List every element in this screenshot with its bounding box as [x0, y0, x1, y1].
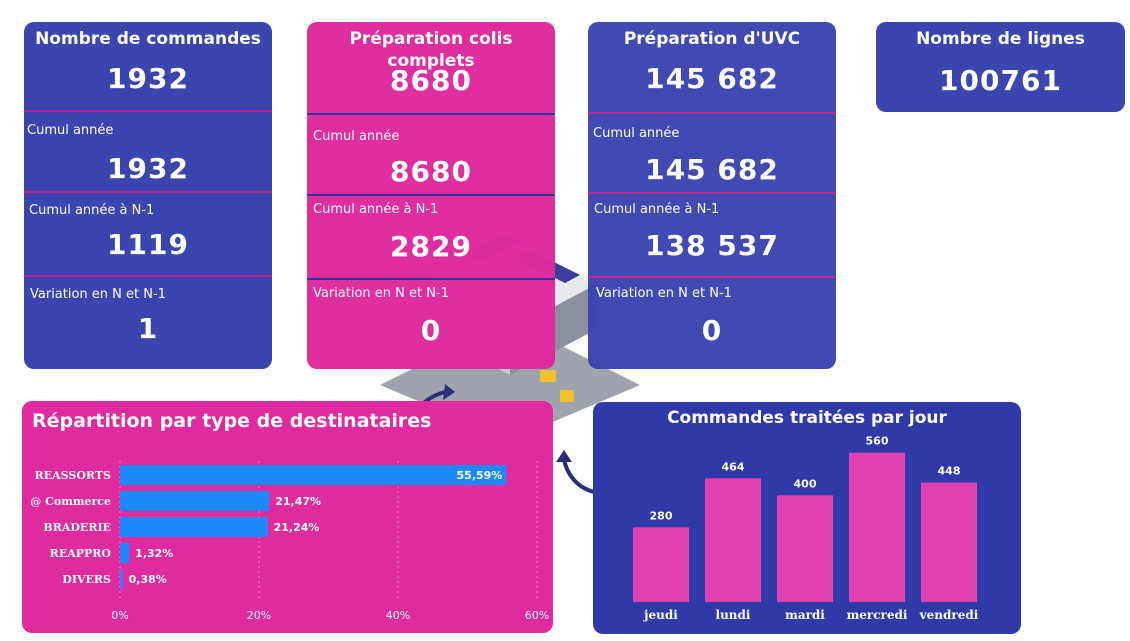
- cumul-value: 145 682: [645, 153, 779, 186]
- bar: [705, 478, 761, 602]
- data-label: 560: [866, 435, 889, 448]
- x-tick-label: mercredi: [847, 608, 908, 622]
- data-label: 1,32%: [135, 547, 173, 560]
- divider: [307, 194, 555, 196]
- category-label: REASSORTS: [35, 469, 111, 482]
- data-label: 55,59%: [457, 469, 503, 482]
- variation-value: 1: [137, 312, 159, 345]
- category-label: BRADERIE: [43, 521, 111, 534]
- variation-label: Variation en N et N-1: [596, 286, 732, 301]
- card-title: Nombre de commandes: [35, 29, 261, 49]
- x-tick-label: 40%: [386, 609, 410, 622]
- cumul-value: 8680: [390, 155, 472, 188]
- cumul-n1-label: Cumul année à N-1: [594, 202, 720, 217]
- category-label: DIVERS: [62, 573, 111, 586]
- card-preparation-uvc: Préparation d'UVC 145 682 Cumul année 14…: [588, 22, 836, 369]
- category-label: REAPPRO: [50, 547, 112, 560]
- bar: [120, 491, 270, 511]
- divider: [24, 191, 272, 193]
- data-label: 464: [722, 460, 745, 473]
- chart-repartition: Répartition par type de destinataires 0%…: [22, 401, 553, 633]
- data-label: 21,47%: [275, 495, 321, 508]
- chart-commandes-jour: Commandes traitées par jour 280 jeudi 464 l…: [593, 402, 1021, 634]
- card-value: 145 682: [645, 62, 779, 95]
- card-title: Nombre de lignes: [916, 29, 1085, 49]
- cumul-label: Cumul année: [313, 129, 400, 144]
- bar: [120, 517, 268, 537]
- x-tick-label: vendredi: [919, 608, 979, 622]
- divider: [307, 278, 555, 280]
- variation-label: Variation en N et N-1: [313, 286, 449, 301]
- bar: [120, 569, 123, 589]
- card-title: Préparation d'UVC: [623, 29, 801, 49]
- x-tick-label: 60%: [525, 609, 549, 622]
- card-value: 8680: [390, 64, 472, 97]
- divider: [24, 275, 272, 277]
- bar: [633, 527, 689, 602]
- card-nombre-commandes: Nombre de commandes 1932 Cumul année 193…: [24, 22, 272, 369]
- bar: [120, 543, 130, 563]
- variation-label: Variation en N et N-1: [30, 287, 166, 302]
- x-tick-label: 0%: [111, 609, 128, 622]
- divider: [588, 192, 836, 194]
- bar: [921, 482, 977, 602]
- divider: [307, 113, 555, 115]
- hbar-plot: 0% 20% 40% 60% REASSORTS 55,59% @ Commerce 21,4…: [30, 461, 549, 622]
- divider: [24, 110, 272, 112]
- cumul-n1-value: 138 537: [645, 229, 779, 262]
- bar: [777, 495, 833, 602]
- divider: [588, 112, 836, 114]
- cumul-n1-value: 2829: [390, 230, 472, 263]
- cumul-n1-label: Cumul année à N-1: [29, 203, 155, 218]
- bar: [120, 465, 507, 485]
- data-label: 0,38%: [129, 573, 167, 586]
- variation-value: 0: [701, 314, 723, 347]
- variation-value: 0: [420, 314, 442, 347]
- data-label: 280: [650, 509, 673, 522]
- cumul-label: Cumul année: [27, 123, 114, 138]
- cumul-value: 1932: [107, 152, 189, 185]
- cumul-label: Cumul année: [593, 126, 680, 141]
- data-label: 400: [794, 477, 817, 490]
- card-preparation-colis: Préparation colis complets 8680 Cumul an…: [307, 22, 555, 369]
- data-label: 448: [938, 465, 961, 478]
- x-tick-label: mardi: [785, 608, 825, 622]
- card-value: 1932: [107, 62, 189, 95]
- cumul-n1-label: Cumul année à N-1: [313, 202, 439, 217]
- vbar-plot: 280 jeudi 464 lundi 400 mardi 560 mercredi 448 ve…: [633, 435, 979, 622]
- card-nombre-lignes: Nombre de lignes 100761: [876, 22, 1125, 112]
- bar: [849, 452, 905, 602]
- category-label: @ Commerce: [30, 495, 111, 508]
- card-value: 100761: [939, 64, 1062, 97]
- x-tick-label: lundi: [716, 608, 751, 622]
- cumul-n1-value: 1119: [107, 228, 189, 261]
- x-tick-label: jeudi: [643, 608, 678, 622]
- divider: [588, 276, 836, 278]
- data-label: 21,24%: [274, 521, 320, 534]
- x-tick-label: 20%: [247, 609, 271, 622]
